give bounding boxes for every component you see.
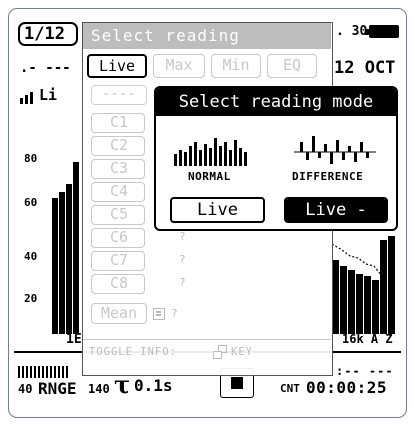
tab-live[interactable]: Live	[87, 54, 147, 78]
channel-c8-value: ?	[179, 276, 186, 289]
range-scale-icon	[18, 366, 68, 378]
range-min: 40	[18, 382, 33, 396]
mean-value: ?	[171, 307, 178, 320]
peak-trace	[332, 243, 383, 277]
channel-c1[interactable]: C1	[91, 113, 145, 133]
difference-mode-icon[interactable]	[294, 130, 376, 170]
select-reading-title: Select reading	[83, 23, 331, 49]
blank-field: ----	[91, 85, 147, 105]
reading-mode-title: Select reading mode	[156, 88, 396, 116]
x-axis-right-label: 16k A Z	[342, 332, 393, 346]
time-dashes: :-- ---	[336, 364, 394, 378]
tab-max[interactable]: Max	[153, 54, 205, 78]
reading-mode-popup: Select reading mode NORMAL DIFFERENCE Li…	[154, 86, 398, 231]
channel-c7-value: ?	[179, 253, 186, 266]
normal-mode-icon[interactable]	[172, 132, 252, 168]
y-tick-80: 80	[24, 152, 38, 165]
y-tick-40: 40	[24, 250, 38, 263]
panel-divider	[83, 339, 331, 340]
bar-graph-icon	[20, 92, 36, 104]
y-tick-20: 20	[24, 292, 38, 305]
live-mode-button[interactable]: Live	[170, 197, 265, 223]
calculator-icon	[153, 308, 165, 320]
channel-c6-value: ?	[179, 230, 186, 243]
stop-square-icon	[231, 377, 243, 389]
channel-c8[interactable]: C8	[91, 274, 145, 294]
meter-screen: 1/12 . 30 .- --- 12 OCT Li 80 60 40 20 1…	[14, 14, 401, 411]
channel-c4[interactable]: C4	[91, 182, 145, 202]
channel-fragment: Li	[39, 86, 58, 104]
key-icon	[213, 345, 227, 359]
battery-tip	[365, 29, 369, 35]
channel-c7[interactable]: C7	[91, 251, 145, 271]
tau-value[interactable]: 0.1s	[134, 376, 173, 395]
level-dashes: .- ---	[20, 60, 71, 76]
x-axis-left-label: 1E	[66, 332, 82, 347]
page-indicator[interactable]: 1/12	[18, 22, 78, 46]
normal-mode-label[interactable]: NORMAL	[188, 170, 231, 183]
difference-mode-label[interactable]: DIFFERENCE	[292, 170, 363, 183]
spectrum-bars-right	[332, 236, 396, 334]
tab-eq[interactable]: EQ	[267, 54, 317, 78]
channel-c5[interactable]: C5	[91, 205, 145, 225]
count-label: CNT	[280, 382, 300, 395]
range-label[interactable]: RNGE	[38, 379, 77, 398]
channel-c6[interactable]: C6	[91, 228, 145, 248]
clock-fragment: . 30	[336, 24, 368, 39]
toggle-info-label: TOGGLE INFO:	[89, 346, 177, 358]
spectrum-bars-left	[52, 154, 84, 334]
y-tick-60: 60	[24, 196, 38, 209]
channel-c2[interactable]: C2	[91, 136, 145, 156]
date-label: 12 OCT	[334, 58, 396, 78]
count-time: 00:00:25	[306, 378, 388, 397]
range-max: 140	[88, 382, 110, 396]
live-difference-button[interactable]: Live - ...	[284, 197, 388, 229]
tab-min[interactable]: Min	[211, 54, 261, 78]
battery-icon	[369, 25, 399, 38]
channel-c3[interactable]: C3	[91, 159, 145, 179]
mean-button[interactable]: Mean	[91, 303, 147, 324]
toggle-key-label: KEY	[231, 346, 253, 358]
